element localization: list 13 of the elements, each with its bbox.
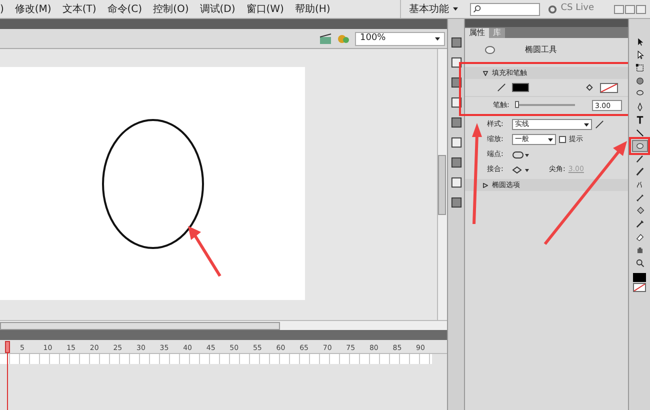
menu-item[interactable]: 调试(D) — [200, 2, 236, 16]
menu-item[interactable]: 文本(T) — [62, 2, 96, 16]
menu-item[interactable]: 帮助(H) — [294, 2, 330, 16]
menu-item[interactable]: 修改(M) — [14, 2, 52, 16]
menu-item[interactable]: 命令(C) — [107, 2, 142, 16]
cs-live-label[interactable]: CS Live — [560, 2, 594, 16]
menu-item[interactable]: 控制(O) — [153, 2, 189, 16]
workspace-dropdown[interactable]: 基本功能 — [400, 0, 466, 18]
menu-item[interactable]: ) — [0, 2, 4, 16]
panel-tab[interactable]: 属性 — [465, 28, 489, 38]
tool-name: 椭圆工具 — [525, 44, 557, 56]
menu-item[interactable]: 窗口(W) — [246, 2, 284, 16]
zoom-dropdown[interactable]: 100% — [355, 32, 445, 46]
